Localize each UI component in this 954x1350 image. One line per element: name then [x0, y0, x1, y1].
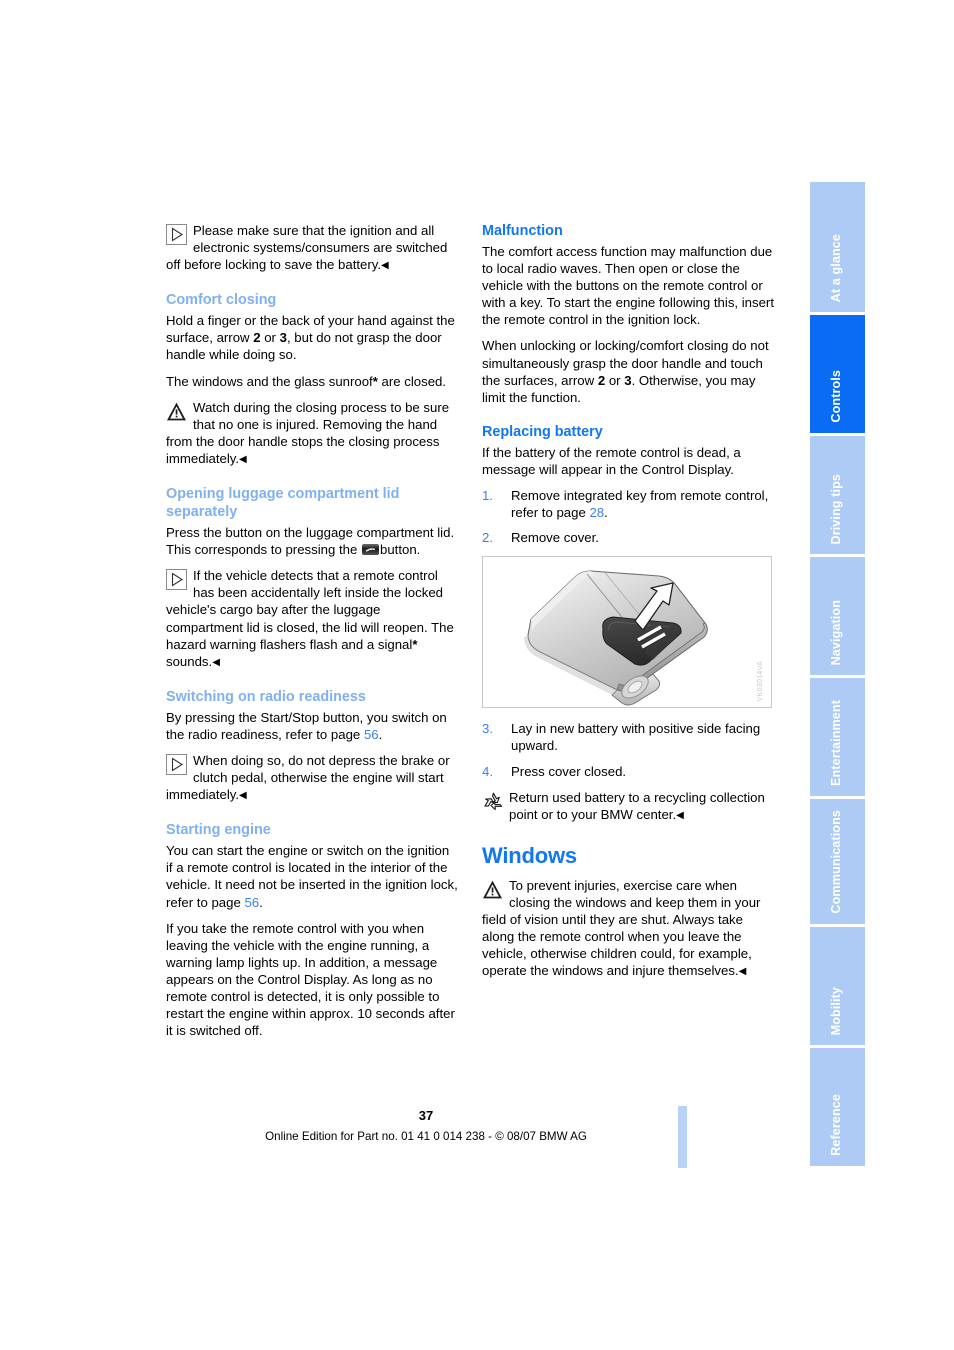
warning-comfort-closing-text: Watch during the closing process to be s… — [166, 399, 450, 466]
left-text-column: Please make sure that the ignition and a… — [166, 222, 458, 1039]
note-block-radio-readiness: When doing so, do not depress the brake … — [166, 752, 458, 804]
note-icon — [166, 224, 187, 245]
end-marker: ◀ — [239, 453, 247, 465]
heading-switching-on-radio-readiness: Switching on radio readiness — [166, 688, 366, 705]
text-run: button. — [379, 542, 421, 558]
sidebar-item-label: Communications — [828, 810, 843, 914]
step-text: Remove integrated key from remote contro… — [511, 488, 769, 521]
starting-engine-para-2: If you take the remote control with you … — [166, 920, 455, 1039]
arrow-ref-3: 3 — [624, 372, 632, 388]
page-reference-link[interactable]: 56 — [364, 727, 379, 742]
steps-list-after-figure: 3. Lay in new battery with positive side … — [482, 720, 774, 779]
text-run: . — [604, 505, 608, 521]
sidebar-item-label: Driving tips — [828, 473, 843, 544]
end-marker: ◀ — [738, 966, 747, 978]
text-run: . — [378, 726, 383, 742]
text-run: . — [259, 894, 263, 910]
right-text-column: Malfunction The comfort access function … — [482, 222, 774, 989]
trunk-button-icon — [361, 542, 379, 556]
sidebar-item-label: Entertainment — [828, 700, 843, 786]
text-run: or — [605, 372, 625, 388]
malfunction-para-1: The comfort access function may malfunct… — [482, 244, 774, 328]
heading-replacing-battery: Replacing battery — [482, 423, 603, 440]
sidebar-item-controls[interactable]: Controls — [810, 315, 865, 433]
heading-windows: Windows — [482, 842, 577, 868]
text-run: sounds. — [166, 653, 213, 669]
section-tab-rail: At a glance Controls Driving tips Naviga… — [810, 182, 865, 1169]
heading-opening-luggage-compartment-lid: Opening luggage compartment lid separate… — [166, 486, 400, 521]
footer-accent-bar — [678, 1106, 687, 1168]
list-item: 3. Lay in new battery with positive side … — [482, 720, 774, 754]
figure-canvas — [483, 557, 771, 707]
note-block-recycling: Return used battery to a recycling colle… — [482, 789, 774, 824]
note-ignition-text: Please make sure that the ignition and a… — [166, 223, 448, 273]
step-text: Remove cover. — [511, 530, 599, 546]
note-block-luggage-lid: If the vehicle detects that a remote con… — [166, 567, 458, 671]
remote-control-battery-cover-illustration: VK03014VA — [482, 556, 772, 709]
warning-block-windows: To prevent injuries, exercise care when … — [482, 877, 774, 981]
replacing-battery-intro: If the battery of the remote control is … — [482, 444, 741, 477]
text-run: or — [260, 330, 280, 346]
manual-page: Please make sure that the ignition and a… — [0, 0, 954, 1350]
text-run: You can start the engine or switch on th… — [166, 843, 458, 910]
comfort-closing-para-1: Hold a finger or the back of your hand a… — [166, 312, 458, 363]
recycling-icon — [482, 791, 503, 812]
radio-readiness-para-1: By pressing the Start/Stop button, you s… — [166, 709, 458, 743]
page-reference-link[interactable]: 56 — [244, 895, 259, 910]
malfunction-para-2: When unlocking or locking/comfort closin… — [482, 337, 774, 405]
sidebar-item-communications[interactable]: Communications — [810, 799, 865, 924]
step-text: Lay in new battery with positive side fa… — [511, 721, 761, 754]
step-number: 1. — [482, 488, 493, 504]
luggage-lid-para-1: Press the button on the luggage compartm… — [166, 524, 458, 558]
warning-block-comfort-closing: Watch during the closing process to be s… — [166, 399, 458, 468]
list-item: 1. Remove integrated key from remote cont… — [482, 487, 774, 521]
steps-list-before-figure: 1. Remove integrated key from remote cont… — [482, 487, 774, 546]
text-run: The windows and the glass sunroof — [166, 373, 373, 389]
end-marker: ◀ — [676, 809, 684, 821]
step-number: 2. — [482, 530, 493, 546]
sidebar-item-label: Navigation — [828, 599, 843, 665]
step-number: 4. — [482, 763, 493, 779]
warning-windows-text: To prevent injuries, exercise care when … — [482, 877, 761, 979]
sidebar-item-label: Controls — [828, 370, 843, 423]
list-item: 4. Press cover closed. — [482, 763, 774, 780]
sidebar-item-entertainment[interactable]: Entertainment — [810, 678, 865, 796]
sidebar-item-label: Mobility — [828, 986, 843, 1035]
heading-malfunction: Malfunction — [482, 223, 563, 239]
note-icon — [166, 569, 187, 591]
sidebar-item-navigation[interactable]: Navigation — [810, 557, 865, 675]
heading-comfort-closing: Comfort closing — [166, 292, 277, 309]
step-number: 3. — [482, 721, 493, 737]
arrow-ref-3: 3 — [279, 330, 287, 346]
comfort-closing-para-2: The windows and the glass sunroof* are c… — [166, 373, 458, 390]
sidebar-item-at-a-glance[interactable]: At a glance — [810, 182, 865, 312]
note-icon — [166, 753, 187, 775]
note-radio-readiness-text: When doing so, do not depress the brake … — [166, 752, 450, 803]
figure-code-label: VK03014VA — [756, 660, 764, 702]
page-reference-link[interactable]: 28 — [589, 505, 604, 520]
warning-triangle-icon — [482, 879, 503, 900]
step-text: Press cover closed. — [511, 763, 627, 779]
warning-triangle-icon — [166, 401, 187, 422]
heading-starting-engine: Starting engine — [166, 822, 271, 839]
arrow-ref-2: 2 — [253, 330, 261, 346]
text-run: By pressing the Start/Stop button, you s… — [166, 709, 447, 742]
sidebar-item-label: Reference — [828, 1094, 843, 1156]
option-asterisk: * — [412, 636, 418, 652]
page-number: 37 — [418, 1108, 434, 1123]
recycling-note-text: Return used battery to a recycling colle… — [509, 789, 765, 822]
footer-edition-line: Online Edition for Part no. 01 41 0 014 … — [265, 1130, 587, 1143]
note-block-ignition: Please make sure that the ignition and a… — [166, 222, 458, 274]
sidebar-item-mobility[interactable]: Mobility — [810, 927, 865, 1045]
end-marker: ◀ — [239, 790, 247, 802]
starting-engine-para-1: You can start the engine or switch on th… — [166, 842, 458, 910]
end-marker: ◀ — [381, 260, 389, 272]
sidebar-item-reference[interactable]: Reference — [810, 1048, 865, 1166]
end-marker: ◀ — [212, 656, 220, 668]
list-item: 2. Remove cover. — [482, 529, 774, 546]
note-luggage-lid-text: If the vehicle detects that a remote con… — [166, 568, 454, 652]
sidebar-item-driving-tips[interactable]: Driving tips — [810, 436, 865, 554]
sidebar-item-label: At a glance — [828, 233, 843, 302]
text-run: are closed. — [377, 373, 447, 389]
